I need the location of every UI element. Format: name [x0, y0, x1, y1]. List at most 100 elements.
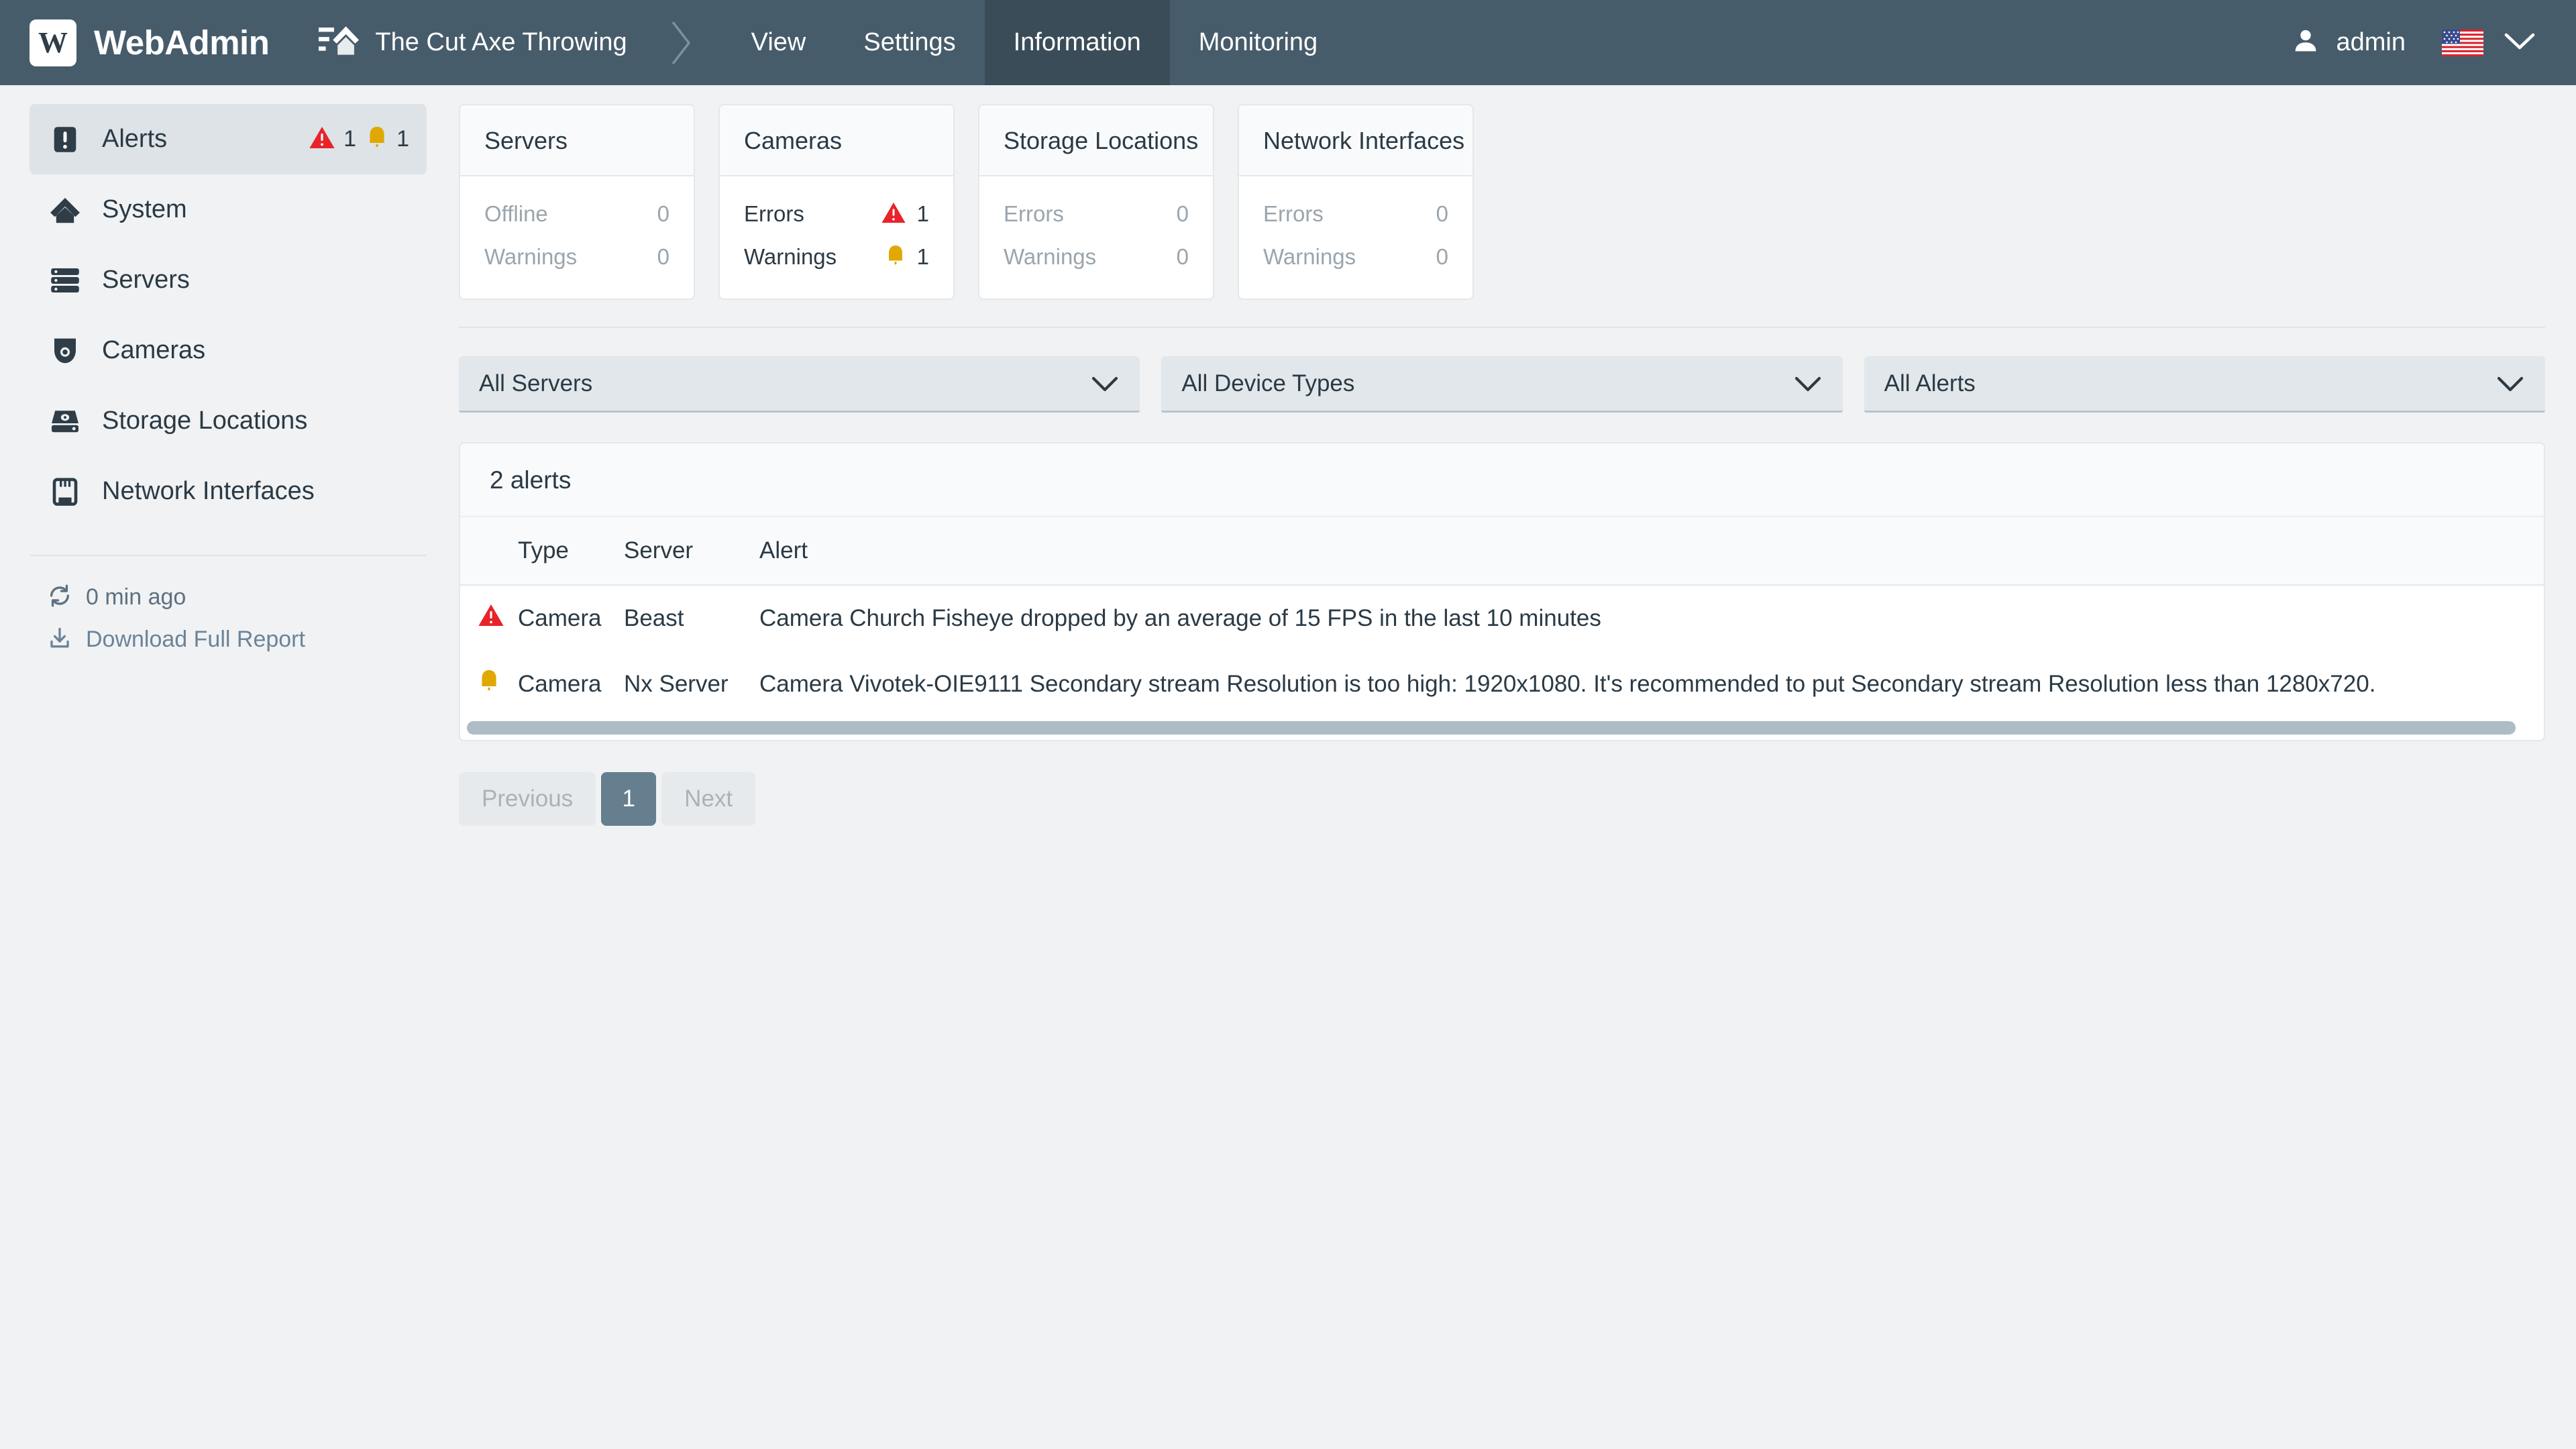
stat-value-group: 0: [1436, 201, 1448, 227]
alert-filter-select[interactable]: All Alerts: [1864, 356, 2545, 413]
sidebar-item-label: Network Interfaces: [102, 477, 315, 505]
card-stat-row: Warnings 0: [1004, 235, 1189, 278]
download-full-report-label: Download Full Report: [86, 627, 305, 652]
card-header: Network Interfaces: [1239, 105, 1472, 176]
row-server-cell: Beast: [624, 604, 684, 631]
stat-value: 1: [916, 201, 929, 226]
filter-bar: All Servers All Device Types All Alerts: [456, 328, 2576, 413]
server-filter-select[interactable]: All Servers: [459, 356, 1140, 413]
stat-label: Warnings: [484, 244, 578, 269]
last-refresh-label: 0 min ago: [86, 584, 186, 610]
next-page-button[interactable]: Next: [661, 772, 756, 826]
stat-label: Warnings: [744, 244, 837, 269]
stat-value: 1: [916, 244, 929, 269]
summary-card-network-interfaces: Network Interfaces Errors 0 Warnings 0: [1238, 104, 1474, 300]
column-severity-icon: [460, 517, 518, 586]
sidebar-footer: 0 min ago Download Full Report: [0, 556, 456, 654]
table-row[interactable]: Camera Beast Camera Church Fisheye dropp…: [460, 585, 2544, 651]
stat-label: Warnings: [1004, 244, 1097, 269]
error-count: 1: [343, 126, 357, 152]
row-type-cell: Camera: [518, 604, 602, 631]
site-name-label: The Cut Axe Throwing: [375, 28, 627, 56]
card-body: Errors 0 Warnings 0: [979, 176, 1213, 299]
stat-value-group: 0: [1436, 244, 1448, 270]
sidebar-item-label: System: [102, 195, 187, 223]
stat-value: 0: [657, 244, 669, 269]
error-triangle-icon: [309, 125, 335, 153]
warning-bell-icon: [478, 670, 500, 699]
column-type: Type: [518, 517, 601, 586]
user-menu[interactable]: admin: [2268, 26, 2429, 59]
sidebar-item-system[interactable]: System: [30, 174, 427, 245]
brand-block[interactable]: W WebAdmin: [0, 0, 282, 85]
sidebar-item-storage-locations[interactable]: Storage Locations: [30, 386, 427, 456]
summary-card-cameras: Cameras Errors 1 Warnings 1: [718, 104, 955, 300]
error-badge: 1: [309, 125, 356, 153]
stat-value-group: 0: [1177, 244, 1189, 270]
stat-value: 0: [1436, 201, 1448, 226]
alerts-table-scroll-area: Type Server Alert Camera Beast Camera Ch…: [460, 517, 2544, 717]
stat-value-group: 1: [881, 201, 929, 227]
warning-badge: 1: [366, 125, 409, 154]
stat-value-group: 0: [657, 201, 669, 227]
tab-monitoring[interactable]: Monitoring: [1170, 0, 1346, 85]
alerts-count-label: 2 alerts: [490, 466, 572, 494]
stat-value-group: 0: [1177, 201, 1189, 227]
sidebar-item-servers[interactable]: Servers: [30, 245, 427, 315]
sidebar-item-label: Cameras: [102, 336, 206, 364]
card-body: Errors 1 Warnings 1: [720, 176, 953, 299]
stat-label: Errors: [744, 201, 804, 226]
sidebar-item-cameras[interactable]: Cameras: [30, 315, 427, 386]
row-severity-cell: [460, 651, 518, 717]
us-flag-icon: [2442, 29, 2483, 56]
breadcrumb-chevron-icon: [627, 0, 722, 85]
card-body: Errors 0 Warnings 0: [1239, 176, 1472, 299]
tab-settings[interactable]: Settings: [835, 0, 984, 85]
horizontal-scrollbar[interactable]: [460, 717, 2544, 740]
stat-value-group: 0: [657, 244, 669, 270]
card-title: Network Interfaces: [1263, 127, 1465, 154]
sidebar-item-alerts[interactable]: Alerts 1 1: [30, 104, 427, 174]
stat-value: 0: [1176, 201, 1189, 226]
last-refresh-row[interactable]: 0 min ago: [47, 583, 427, 612]
stat-value: 0: [657, 201, 669, 226]
summary-card-servers: Servers Offline 0 Warnings 0: [459, 104, 695, 300]
tab-view[interactable]: View: [722, 0, 835, 85]
device-type-filter-select[interactable]: All Device Types: [1161, 356, 1843, 413]
card-title: Storage Locations: [1004, 127, 1199, 154]
row-type-cell: Camera: [518, 670, 602, 697]
warning-bell-icon: [366, 125, 388, 154]
refresh-icon: [47, 583, 72, 612]
language-selector[interactable]: [2428, 29, 2549, 56]
page-1-button[interactable]: 1: [601, 772, 657, 826]
site-house-icon: [319, 23, 360, 62]
download-full-report-link[interactable]: Download Full Report: [47, 625, 427, 654]
alert-square-icon: [47, 124, 83, 155]
table-row[interactable]: Camera Nx Server Camera Vivotek-OIE9111 …: [460, 651, 2544, 717]
card-stat-row: Errors 1: [744, 193, 929, 235]
sidebar-item-label: Storage Locations: [102, 407, 308, 435]
site-breadcrumb-item[interactable]: The Cut Axe Throwing: [282, 0, 627, 85]
tab-information[interactable]: Information: [984, 0, 1170, 85]
card-stat-row: Errors 0: [1263, 193, 1448, 235]
card-stat-row: Warnings 0: [484, 235, 669, 278]
sidebar-alert-badges: 1 1: [309, 125, 409, 154]
webadmin-logo-icon: W: [30, 19, 76, 66]
previous-page-button[interactable]: Previous: [459, 772, 596, 826]
home-icon: [47, 195, 83, 225]
summary-cards-row: Servers Offline 0 Warnings 0 Cameras Err…: [456, 104, 2576, 300]
error-triangle-icon: [881, 201, 906, 227]
stat-value: 0: [1436, 244, 1448, 269]
chevron-down-icon: [2502, 30, 2537, 56]
row-server-cell: Nx Server: [624, 670, 729, 697]
alerts-table-head: Type Server Alert: [460, 517, 2544, 586]
sidebar-item-network-interfaces[interactable]: Network Interfaces: [30, 456, 427, 527]
row-alert-cell: Camera Vivotek-OIE9111 Secondary stream …: [759, 670, 2376, 697]
scrollbar-thumb[interactable]: [467, 721, 2516, 735]
device-type-filter-value: All Device Types: [1181, 370, 1355, 396]
stat-label: Errors: [1004, 201, 1064, 226]
table-header-row: Type Server Alert: [460, 517, 2544, 586]
card-title: Cameras: [744, 127, 843, 154]
brand-title: WebAdmin: [94, 23, 270, 62]
chevron-down-icon: [1793, 374, 1823, 393]
